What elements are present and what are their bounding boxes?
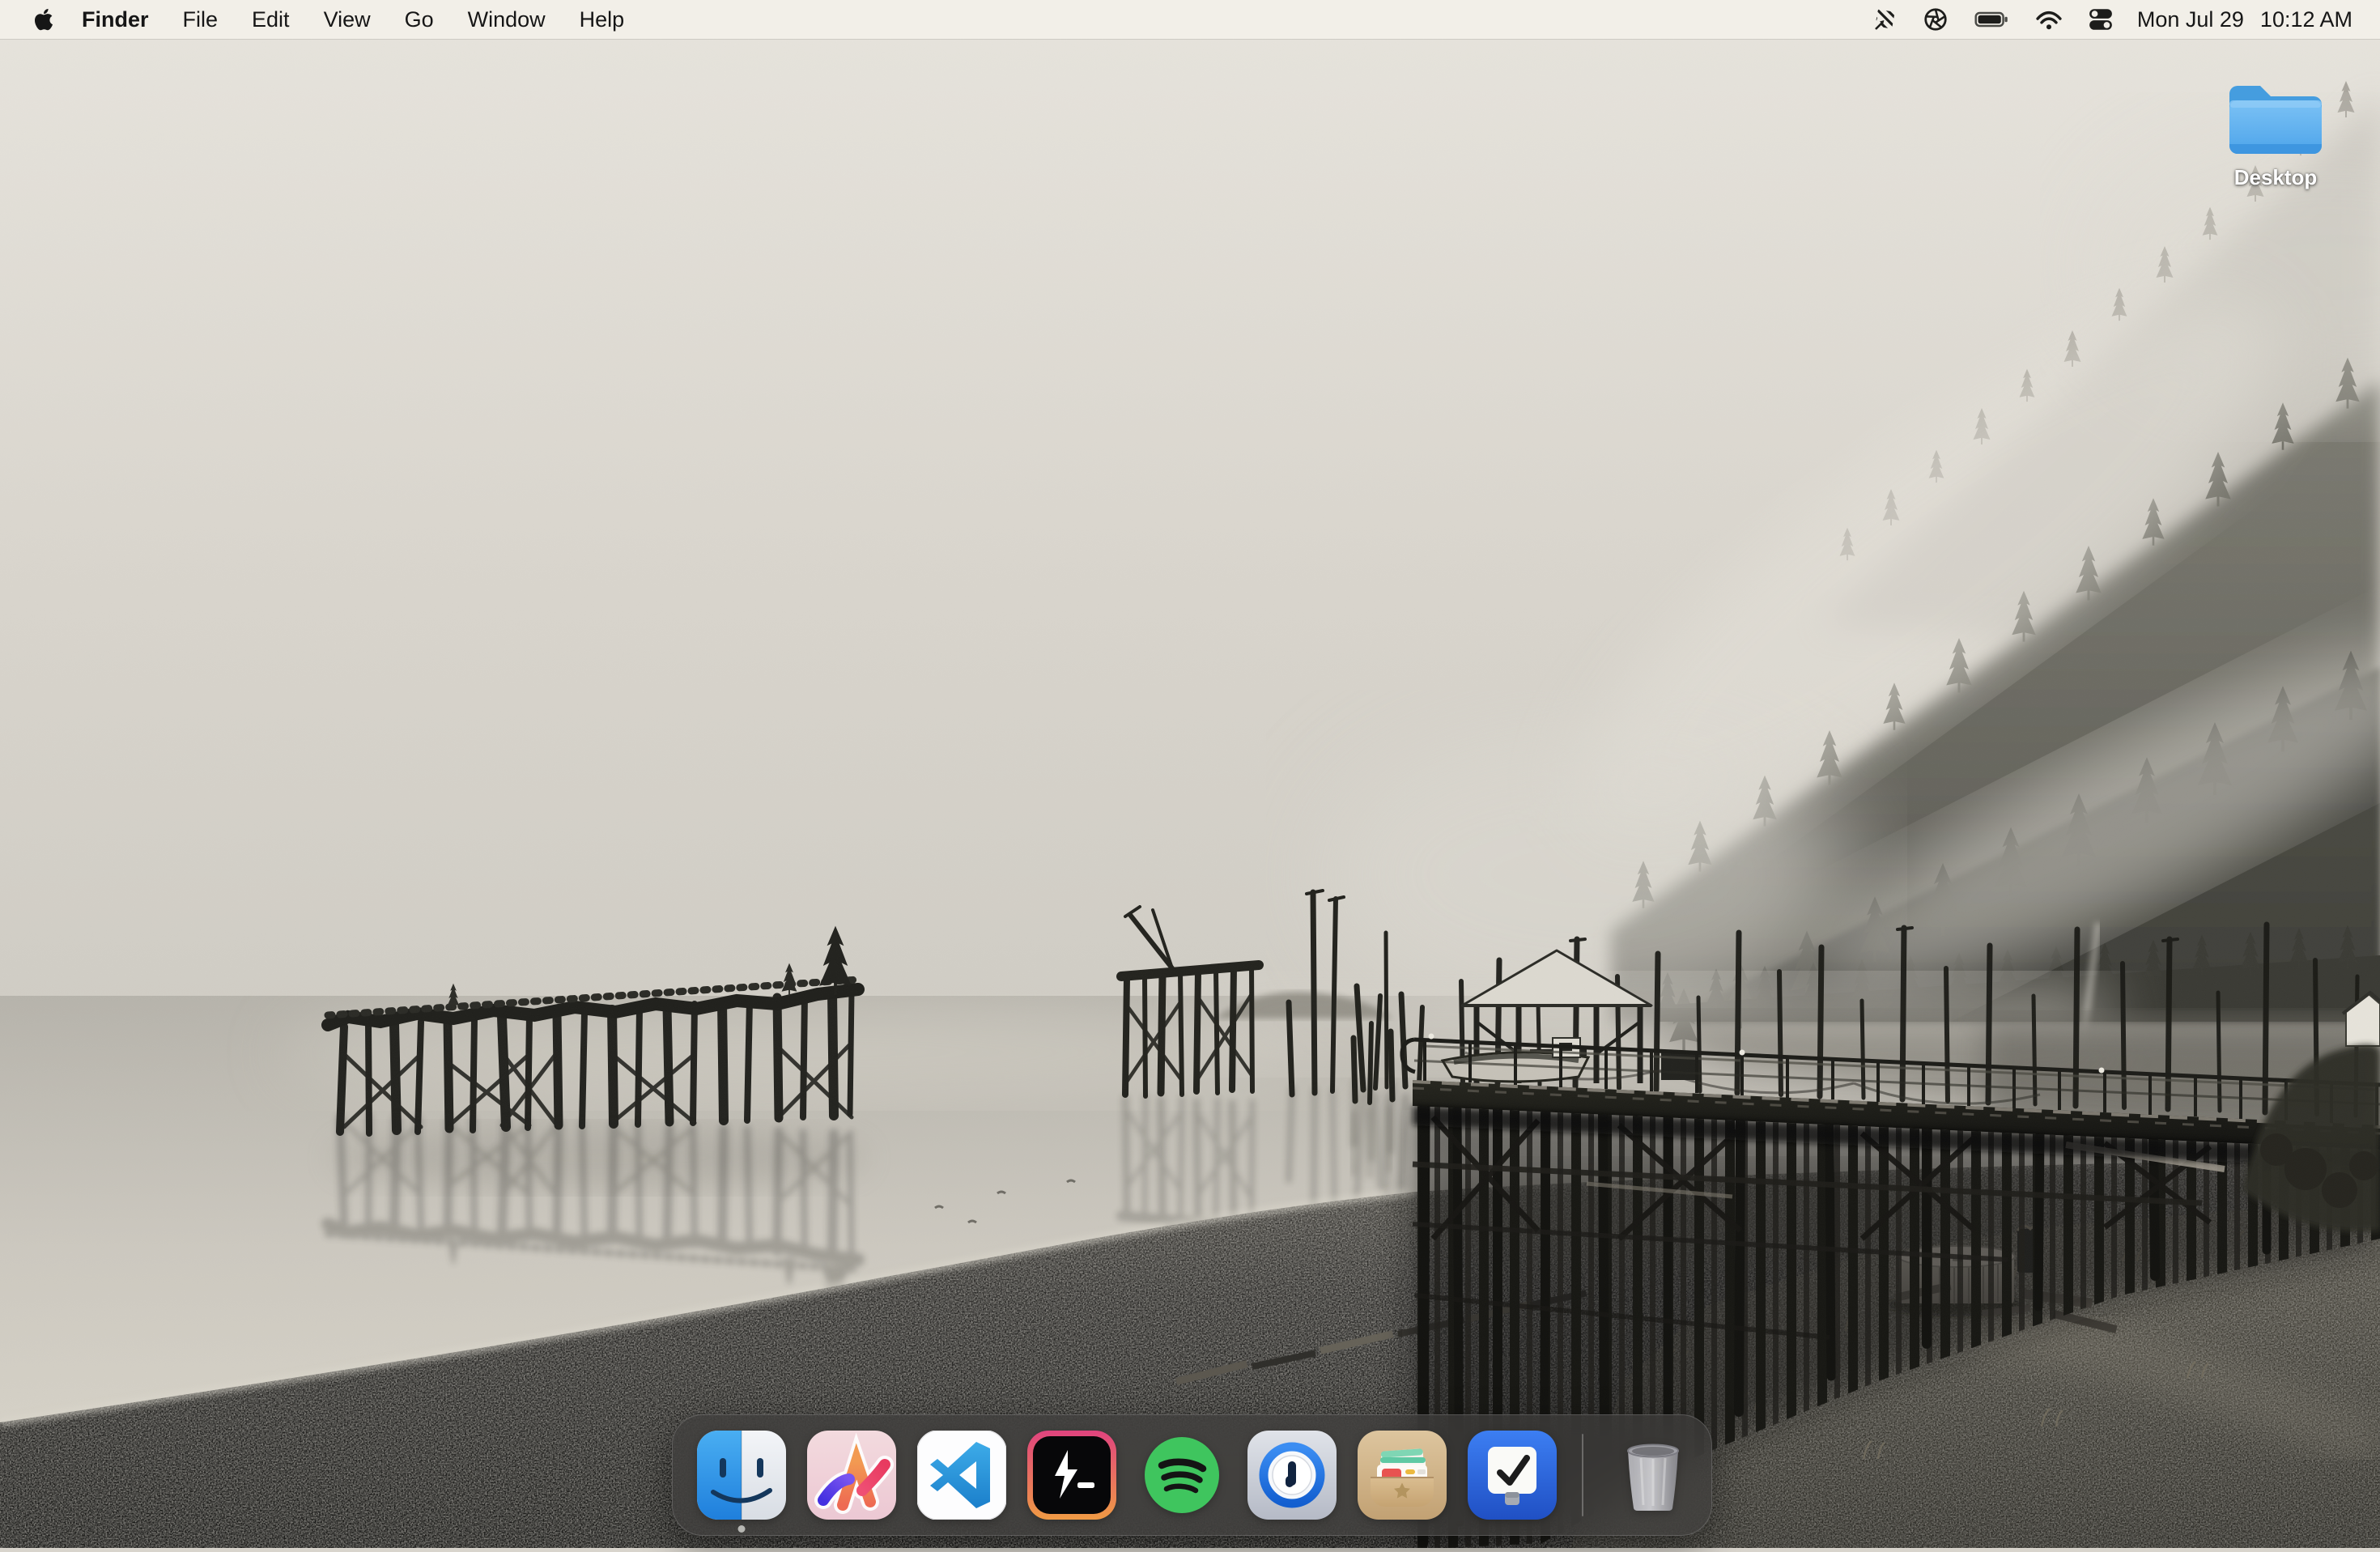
wallpaper-image [0, 0, 2380, 1548]
dock-item-finder[interactable] [697, 1431, 786, 1520]
menu-item-edit[interactable]: Edit [235, 7, 307, 32]
menu-item-help[interactable]: Help [563, 7, 642, 32]
menu-item-go[interactable]: Go [388, 7, 451, 32]
menu-bar-status: Mon Jul 29 10:12 AM [1860, 6, 2352, 32]
dock-item-vscode[interactable] [917, 1431, 1006, 1520]
dock-item-arc[interactable] [807, 1431, 896, 1520]
finder-icon [697, 1431, 786, 1520]
screen-capture-selection-icon[interactable] [1860, 6, 1910, 32]
aperture-icon[interactable] [1910, 6, 1961, 32]
desktop-folder[interactable]: Desktop [2215, 78, 2336, 190]
1password-icon [1247, 1431, 1337, 1520]
dock-item-warp[interactable] [1027, 1431, 1116, 1520]
dock-item-spotify[interactable] [1137, 1431, 1226, 1520]
spotify-icon [1137, 1431, 1226, 1520]
apple-menu[interactable] [34, 7, 53, 32]
things-icon [1468, 1431, 1557, 1520]
menu-item-file[interactable]: File [166, 7, 236, 32]
dock [672, 1414, 1712, 1536]
dock-item-1password[interactable] [1247, 1431, 1337, 1520]
dock-item-anybox[interactable] [1358, 1431, 1447, 1520]
menu-bar-clock[interactable]: Mon Jul 29 10:12 AM [2126, 7, 2352, 32]
arc-browser-icon [807, 1431, 896, 1520]
menu-bar: Finder File Edit View Go Window Help [0, 0, 2380, 39]
desktop-folder-label: Desktop [2234, 165, 2318, 190]
apple-icon [34, 7, 53, 32]
dock-item-things[interactable] [1468, 1431, 1557, 1520]
menu-item-window[interactable]: Window [451, 7, 563, 32]
running-indicator [738, 1525, 746, 1533]
wifi-icon[interactable] [2022, 7, 2076, 32]
vscode-icon [917, 1431, 1006, 1520]
warp-terminal-icon [1027, 1431, 1116, 1520]
clock-date: Mon Jul 29 [2137, 7, 2244, 32]
battery-icon[interactable] [1961, 6, 2022, 32]
dock-separator [1582, 1434, 1583, 1516]
menu-item-view[interactable]: View [307, 7, 388, 32]
menu-bar-left: Finder File Edit View Go Window Help [34, 7, 641, 32]
control-center-icon[interactable] [2076, 6, 2126, 32]
clock-time: 10:12 AM [2260, 7, 2352, 32]
anybox-icon [1358, 1431, 1447, 1520]
folder-icon [2223, 78, 2328, 162]
trash-icon [1609, 1431, 1698, 1520]
menu-item-finder[interactable]: Finder [65, 7, 166, 32]
dock-item-trash[interactable] [1609, 1431, 1698, 1520]
